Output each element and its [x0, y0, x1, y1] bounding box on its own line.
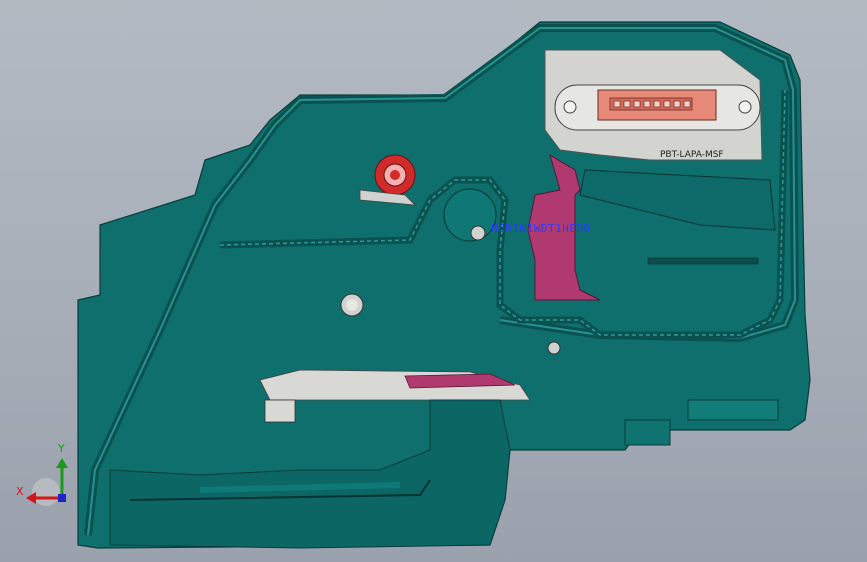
axis-y-label: Y [58, 442, 65, 455]
right-tab [687, 399, 779, 421]
mount-hole-2 [547, 341, 561, 355]
lock-housing-model[interactable] [0, 0, 867, 562]
connector-label: PBT-LAPA-MSF [660, 150, 724, 160]
pivot-boss [443, 188, 497, 242]
axis-triad [26, 458, 68, 506]
axis-x-label: X [16, 485, 24, 498]
connector-hole-right [738, 100, 752, 114]
connector-hole-left [563, 100, 577, 114]
slot [647, 257, 759, 265]
cad-viewport[interactable]: X Y NCD1W1WDT1HEDD PBT-LAPA-MSF [0, 0, 867, 562]
part-annotation-text: NCD1W1WDT1HEDD [491, 222, 591, 235]
